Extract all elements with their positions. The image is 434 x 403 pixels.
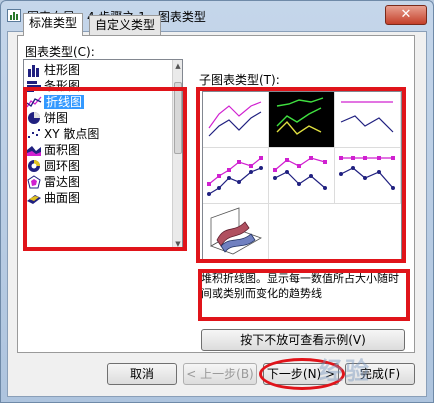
stacked-line-subtype-icon bbox=[276, 97, 324, 135]
chart-type-item-label: 曲面图 bbox=[44, 191, 81, 205]
subtype-line[interactable] bbox=[203, 92, 269, 148]
chart-type-item-label: 折线图 bbox=[44, 95, 85, 109]
chart-wizard-icon bbox=[7, 9, 21, 22]
line-subtype-icon bbox=[208, 101, 262, 137]
subtype-percent-stacked-line-markers[interactable] bbox=[335, 148, 401, 204]
chart-type-item[interactable]: 条形图 bbox=[26, 78, 174, 94]
next-button[interactable]: 下一步(N) > bbox=[263, 363, 339, 385]
subtype-stacked-line[interactable] bbox=[269, 92, 335, 148]
tab-standard-types[interactable]: 标准类型 bbox=[23, 13, 84, 36]
line-markers-subtype-icon bbox=[207, 156, 263, 196]
column-chart-icon bbox=[26, 63, 42, 77]
scroll-up-icon[interactable]: ▲ bbox=[173, 60, 182, 72]
chart-type-item[interactable]: 曲面图 bbox=[26, 190, 174, 206]
chart-type-item-label: XY 散点图 bbox=[44, 127, 100, 141]
subtype-3d-line[interactable] bbox=[203, 204, 269, 260]
subtype-grid bbox=[202, 91, 402, 261]
chart-type-item-label: 雷达图 bbox=[44, 175, 81, 189]
surface-chart-icon bbox=[26, 191, 42, 205]
chart-type-item[interactable]: 柱形图 bbox=[26, 62, 174, 78]
radar-chart-icon bbox=[26, 175, 42, 189]
subtype-label: 子图表类型(T): bbox=[199, 73, 280, 87]
3d-line-subtype-icon bbox=[210, 207, 262, 255]
chart-type-listbox[interactable]: ▲ ▼ 柱形图条形图折线图饼图 XY 散点图 面积图圆环图雷达图曲面图 bbox=[23, 59, 183, 251]
chart-type-item-label: 面积图 bbox=[44, 143, 81, 157]
tab-custom-types[interactable]: 自定义类型 bbox=[89, 15, 162, 35]
chart-type-item[interactable]: XY 散点图 bbox=[26, 126, 174, 142]
chart-type-item[interactable]: 折线图 bbox=[26, 94, 174, 110]
scrollbar-thumb[interactable] bbox=[174, 82, 182, 154]
finish-button[interactable]: 完成(F) bbox=[345, 363, 415, 385]
chart-type-label: 图表类型(C): bbox=[25, 45, 95, 59]
chart-type-item[interactable]: 面积图 bbox=[26, 142, 174, 158]
chart-type-item-label: 饼图 bbox=[44, 111, 69, 125]
back-button[interactable]: < 上一步(B) bbox=[183, 363, 257, 385]
scatter-chart-icon bbox=[26, 127, 42, 141]
chart-type-item-label: 圆环图 bbox=[44, 159, 81, 173]
line-chart-icon bbox=[26, 95, 42, 109]
chart-type-item[interactable]: 雷达图 bbox=[26, 174, 174, 190]
chart-wizard-window: 图表向导 - 4 步骤之 1 - 图表类型 ✕ 标准类型 自定义类型 图表类型(… bbox=[0, 0, 434, 403]
percent-stacked-line-subtype-icon bbox=[340, 101, 394, 133]
subtype-percent-stacked-line[interactable] bbox=[335, 92, 401, 148]
cancel-button[interactable]: 取消 bbox=[107, 363, 177, 385]
close-icon[interactable]: ✕ bbox=[385, 5, 427, 25]
chart-type-item-label: 条形图 bbox=[44, 79, 81, 93]
subtype-description: 堆积折线图。显示每一数值所占大小随时间或类别而变化的趋势线 bbox=[201, 271, 405, 305]
pie-chart-icon bbox=[26, 111, 42, 125]
chart-type-item[interactable]: 饼图 bbox=[26, 110, 174, 126]
subtype-stacked-line-markers[interactable] bbox=[269, 148, 335, 204]
preview-sample-button[interactable]: 按下不放可查看示例(V) bbox=[201, 329, 405, 351]
subtype-line-markers[interactable] bbox=[203, 148, 269, 204]
area-chart-icon bbox=[26, 143, 42, 157]
stacked-line-markers-subtype-icon bbox=[273, 156, 327, 190]
scroll-down-icon[interactable]: ▼ bbox=[173, 238, 182, 250]
chart-type-item-label: 柱形图 bbox=[44, 63, 81, 77]
chart-type-item[interactable]: 圆环图 bbox=[26, 158, 174, 174]
doughnut-chart-icon bbox=[26, 159, 42, 173]
percent-stacked-line-markers-subtype-icon bbox=[339, 156, 395, 190]
bar-chart-icon bbox=[26, 79, 42, 93]
